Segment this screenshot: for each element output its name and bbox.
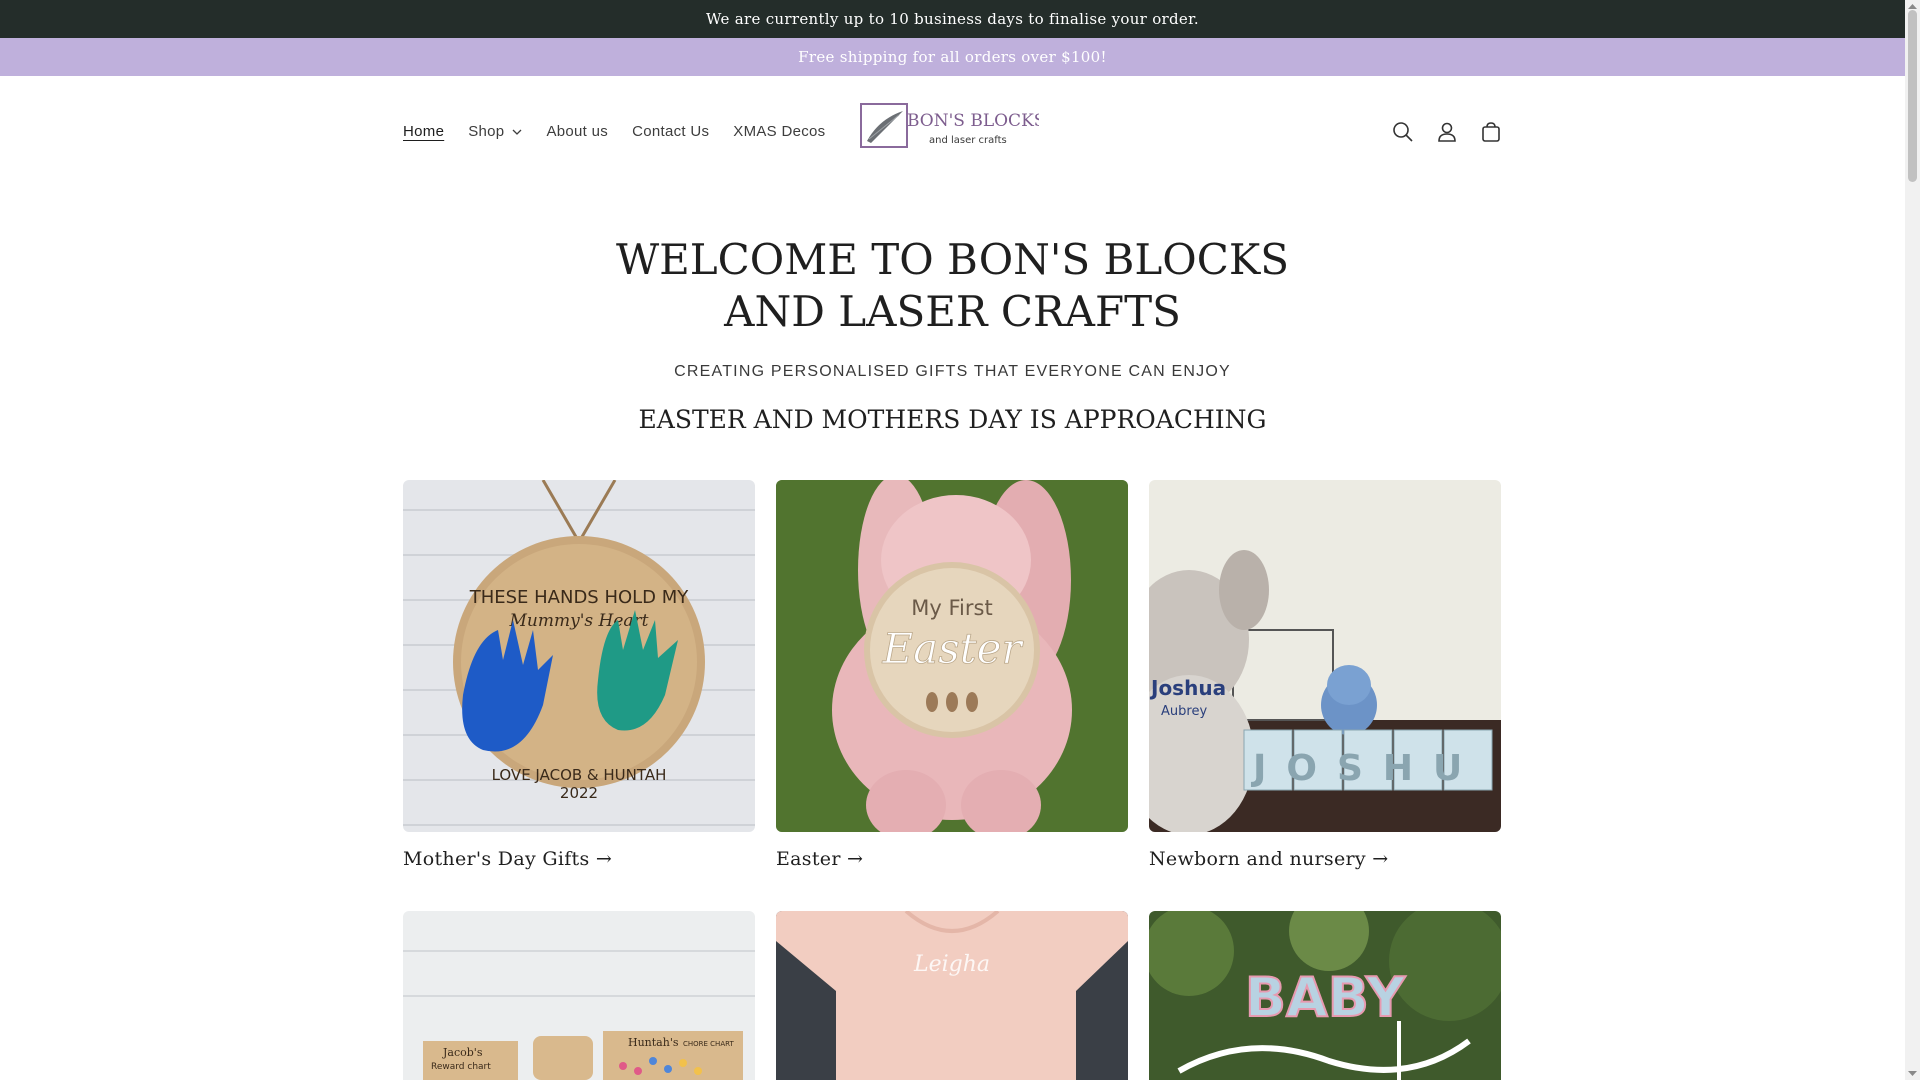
site-header: Home Shop About us Contact Us XMAS Decos… xyxy=(0,76,1905,191)
shipping-text: Free shipping for all orders over $100! xyxy=(798,48,1107,66)
collection-image-apparel[interactable]: Leigha xyxy=(776,911,1128,1080)
collection-image-newborn[interactable]: Joshua Aubrey JOSHU xyxy=(1149,480,1501,832)
collection-card-reward-charts[interactable]: Jacob's Reward chart Huntah's CHORE CHAR… xyxy=(403,911,755,1080)
svg-text:BON'S BLOCKS: BON'S BLOCKS xyxy=(907,111,1039,131)
section-heading: EASTER AND MOTHERS DAY IS APPROACHING xyxy=(638,405,1267,434)
announcement-bar: We are currently up to 10 business days … xyxy=(0,0,1905,38)
svg-text:Reward chart: Reward chart xyxy=(431,1062,491,1072)
collection-link-easter[interactable]: Easter → xyxy=(776,848,1128,870)
scrollbar-thumb[interactable] xyxy=(1908,10,1917,182)
site-logo[interactable]: BON'S BLOCKS and laser crafts xyxy=(859,101,1045,153)
page-subtitle: CREATING PERSONALISED GIFTS THAT EVERYON… xyxy=(674,363,1231,380)
page-title: WELCOME TO BON'S BLOCKS AND LASER CRAFTS xyxy=(615,235,1290,336)
search-icon[interactable] xyxy=(1389,118,1417,146)
scroll-up-arrow-icon[interactable] xyxy=(1907,2,1918,10)
nav-shop[interactable]: Shop xyxy=(468,123,522,140)
collection-card-cake-toppers[interactable]: BABY xyxy=(1149,911,1501,1080)
svg-text:Joshua: Joshua xyxy=(1149,676,1226,700)
svg-text:and laser crafts: and laser crafts xyxy=(929,135,1007,146)
svg-text:My First: My First xyxy=(911,596,992,620)
svg-text:Huntah's: Huntah's xyxy=(628,1036,679,1049)
svg-text:BABY: BABY xyxy=(1245,966,1406,1029)
collection-card-apparel[interactable]: Leigha xyxy=(776,911,1128,1080)
chevron-down-icon xyxy=(512,129,522,135)
collection-card-newborn[interactable]: Joshua Aubrey JOSHU Newborn and nursery … xyxy=(1149,480,1501,870)
header-icons xyxy=(1389,118,1505,146)
svg-text:Easter: Easter xyxy=(881,624,1024,673)
collection-image-easter[interactable]: My First Easter xyxy=(776,480,1128,832)
collection-image-cake-toppers[interactable]: BABY xyxy=(1149,911,1501,1080)
svg-text:JOSHU: JOSHU xyxy=(1250,748,1482,789)
collection-card-easter[interactable]: My First Easter Easter → xyxy=(776,480,1128,870)
nav-home[interactable]: Home xyxy=(403,123,444,140)
nav-xmas[interactable]: XMAS Decos xyxy=(733,123,825,140)
shipping-banner: Free shipping for all orders over $100! xyxy=(0,38,1905,76)
main-nav: Home Shop About us Contact Us XMAS Decos xyxy=(403,123,849,140)
announcement-text: We are currently up to 10 business days … xyxy=(706,10,1199,28)
collection-card-mothers-day[interactable]: THESE HANDS HOLD MY Mummy's Heart LOVE J… xyxy=(403,480,755,870)
svg-text:LOVE JACOB & HUNTAH: LOVE JACOB & HUNTAH xyxy=(492,766,667,784)
nav-contact[interactable]: Contact Us xyxy=(632,123,709,140)
scroll-down-arrow-icon[interactable] xyxy=(1907,1070,1918,1078)
svg-text:Mummy's Heart: Mummy's Heart xyxy=(509,611,649,631)
svg-text:2022: 2022 xyxy=(560,784,598,802)
collection-link-mothers-day[interactable]: Mother's Day Gifts → xyxy=(403,848,755,870)
svg-text:THESE HANDS HOLD MY: THESE HANDS HOLD MY xyxy=(469,587,690,608)
svg-text:Jacob's: Jacob's xyxy=(442,1046,483,1059)
collection-link-newborn[interactable]: Newborn and nursery → xyxy=(1149,848,1501,870)
cart-icon[interactable] xyxy=(1477,118,1505,146)
svg-text:CHORE CHART: CHORE CHART xyxy=(683,1040,734,1048)
svg-text:Leigha: Leigha xyxy=(913,952,990,977)
account-icon[interactable] xyxy=(1433,118,1461,146)
nav-about[interactable]: About us xyxy=(546,123,608,140)
collection-image-reward-charts[interactable]: Jacob's Reward chart Huntah's CHORE CHAR… xyxy=(403,911,755,1080)
svg-text:Aubrey: Aubrey xyxy=(1161,704,1207,719)
collection-image-mothers-day[interactable]: THESE HANDS HOLD MY Mummy's Heart LOVE J… xyxy=(403,480,755,832)
